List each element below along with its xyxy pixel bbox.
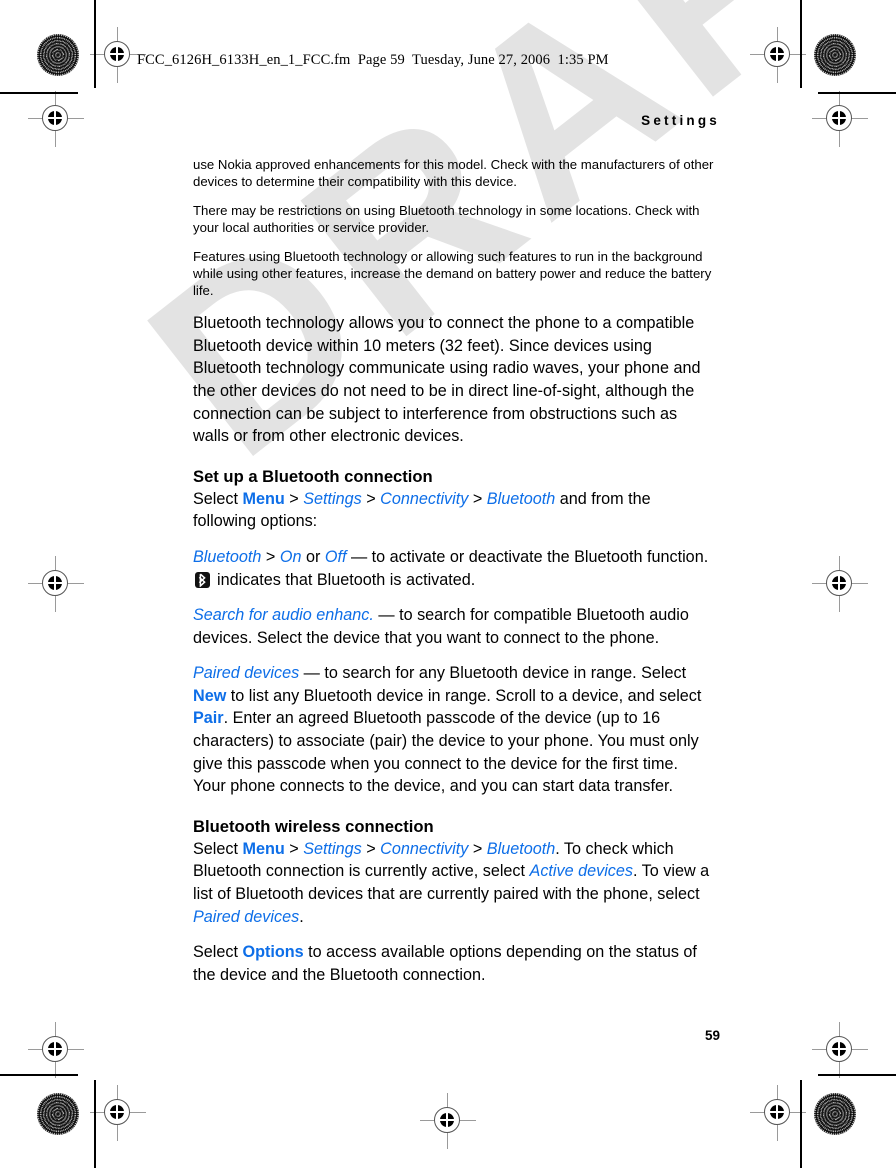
path-separator: > [361,489,381,508]
options-button-label[interactable]: Options [243,943,304,961]
registration-mark-top-right-outer [812,91,868,147]
option-value-on[interactable]: On [280,548,302,566]
path-separator: > [468,839,487,858]
paragraph-battery: Features using Bluetooth technology or a… [193,249,712,298]
paragraph-options: Select Options to access available optio… [193,941,714,986]
option-term-search-audio[interactable]: Search for audio enhanc. [193,606,374,624]
running-head-title: Settings [641,113,720,128]
new-button-label[interactable]: New [193,687,226,705]
registration-mark-top-left-outer [28,91,84,147]
trim-rule-left-vertical [94,0,96,88]
registration-mark-mid-right [812,556,868,612]
option-description-part-1: — to search for any Bluetooth device in … [299,664,687,683]
registration-mark-bottom-left-outer [28,1022,84,1078]
trim-rule-left-vertical-bottom [94,1080,96,1168]
bluetooth-path-item[interactable]: Bluetooth [487,840,555,858]
path-separator: > [284,489,304,508]
heading-bluetooth-wireless-connection: Bluetooth wireless connection [193,816,434,836]
pair-button-label[interactable]: Pair [193,709,224,727]
connectivity-path-item[interactable]: Connectivity [380,490,468,508]
path-separator: > [468,489,487,508]
print-rosette-bottom-left [37,1093,79,1135]
paragraph-restrictions: There may be restrictions on using Bluet… [193,203,700,235]
active-devices-label[interactable]: Active devices [530,862,633,880]
trim-rule-right-horizontal-bottom [818,1074,896,1076]
page-content: use Nokia approved enhancements for this… [193,157,714,999]
menu-path-item[interactable]: Menu [243,840,285,858]
option-paired-devices: Paired devices — to search for any Bluet… [193,662,714,798]
bluetooth-path-item[interactable]: Bluetooth [487,490,555,508]
option-bluetooth-on-off: Bluetooth > On or Off — to activate or d… [193,546,714,591]
print-rosette-top-left [37,34,79,76]
registration-mark-bottom-left-inner [90,1085,146,1141]
bluetooth-icon [195,571,210,588]
option-term-bluetooth[interactable]: Bluetooth [193,548,261,566]
path-separator: > [261,547,280,566]
paragraph-bluetooth-overview: Bluetooth technology allows you to conne… [193,314,701,446]
path-separator: > [361,839,381,858]
registration-mark-bottom-center [420,1093,476,1149]
option-description-before-icon: — to activate or deactivate the Bluetoot… [346,547,709,566]
paragraph-setup-path: Select Menu > Settings > Connectivity > … [193,488,714,533]
registration-mark-top-right-inner [750,27,806,83]
option-description-after-icon: indicates that Bluetooth is activated. [217,570,476,589]
heading-set-up-bluetooth-connection: Set up a Bluetooth connection [193,466,433,486]
print-rosette-bottom-right [814,1093,856,1135]
option-search-audio-enhancements: Search for audio enhanc. — to search for… [193,604,714,649]
paragraph-wireless-path: Select Menu > Settings > Connectivity > … [193,838,714,928]
trim-rule-right-vertical [800,0,802,88]
wireless-mid-text-3: . [299,907,304,926]
setup-lead-text: Select [193,489,243,508]
connectivity-path-item[interactable]: Connectivity [380,840,468,858]
print-rosette-top-right [814,34,856,76]
paragraph-enhancements: use Nokia approved enhancements for this… [193,157,714,189]
menu-path-item[interactable]: Menu [243,490,285,508]
page-number: 59 [704,1028,720,1043]
option-conjunction: or [301,547,325,566]
option-value-off[interactable]: Off [325,548,347,566]
registration-mark-bottom-right-outer [812,1022,868,1078]
option-description-part-3: . Enter an agreed Bluetooth passcode of … [193,709,699,796]
registration-mark-bottom-right-inner [750,1085,806,1141]
trim-rule-right-vertical-bottom [800,1080,802,1168]
paired-devices-label[interactable]: Paired devices [193,908,299,926]
filename-header: FCC_6126H_6133H_en_1_FCC.fm Page 59 Tues… [137,52,609,68]
trim-rule-left-horizontal [0,92,78,94]
option-term-paired-devices[interactable]: Paired devices [193,664,299,682]
path-separator: > [284,839,304,858]
registration-mark-mid-left [28,556,84,612]
options-lead-text: Select [193,943,243,962]
settings-path-item[interactable]: Settings [303,840,362,858]
trim-rule-right-horizontal [818,92,896,94]
trim-rule-left-horizontal-bottom [0,1074,78,1076]
settings-path-item[interactable]: Settings [303,490,362,508]
wireless-lead-text: Select [193,839,243,858]
option-description-part-2: to list any Bluetooth device in range. S… [226,686,702,705]
